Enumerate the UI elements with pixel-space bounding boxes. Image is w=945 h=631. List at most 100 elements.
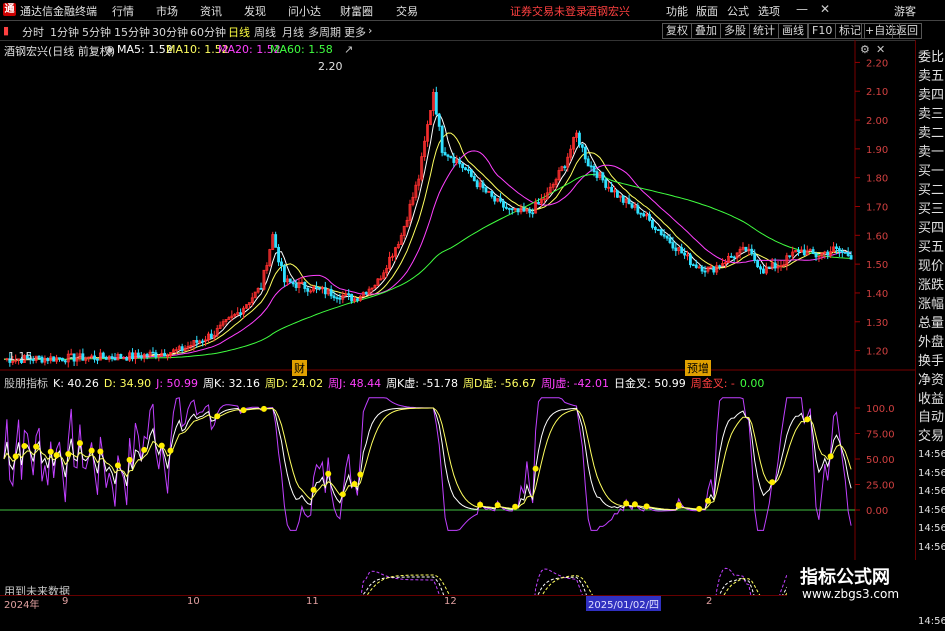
candle-body — [675, 248, 677, 251]
candle-body — [464, 168, 466, 170]
price-tick-label: 2.10 — [866, 87, 888, 98]
candle-body — [482, 183, 484, 188]
golden-cross-dot — [340, 491, 346, 497]
quote-field: 14:56 — [918, 465, 945, 484]
candle-body — [126, 358, 128, 360]
period-multi[interactable]: 多周期 — [308, 24, 341, 40]
candle-body — [657, 230, 659, 231]
period-daily[interactable]: 日线 — [228, 24, 250, 40]
quote-field: 卖四 — [918, 86, 945, 105]
candle-body — [82, 354, 84, 361]
candle-body — [695, 265, 697, 268]
quote-field: 卖三 — [918, 105, 945, 124]
candle-body — [444, 152, 446, 155]
close-icon[interactable]: ✕ — [820, 2, 830, 16]
menu-function[interactable]: 功能 — [666, 3, 688, 19]
candle-body — [835, 247, 837, 249]
quote-field: 14:56 — [918, 483, 945, 502]
indicator-tick-label: 100.0 — [866, 404, 895, 415]
ma-toggle-icon[interactable]: ◉ — [105, 43, 115, 56]
candle-body — [754, 254, 756, 261]
period-intraday[interactable]: 分时 — [22, 24, 44, 40]
more-arrow-icon[interactable]: ↗ — [344, 43, 353, 56]
menu-quotes[interactable]: 行情 — [112, 3, 134, 19]
period-1min[interactable]: 1分钟 — [50, 24, 79, 40]
indicator-legend-item: J: 50.99 — [156, 377, 198, 390]
stats-button[interactable]: 统计 — [749, 23, 779, 39]
quote-field: 卖五 — [918, 67, 945, 86]
period-weekly[interactable]: 周线 — [254, 24, 276, 40]
ma5-label: MA5: 1.52 — [117, 43, 173, 56]
golden-cross-dot — [127, 457, 133, 463]
event-forecast-badge[interactable]: 预增 — [685, 360, 711, 376]
price-tick-label: 1.40 — [866, 289, 888, 300]
candle-body — [587, 159, 589, 166]
candle-body — [564, 167, 566, 168]
back-button[interactable]: 返回 — [892, 23, 922, 39]
login-warning[interactable]: 证券交易未登录 — [510, 3, 587, 19]
candle-body — [654, 227, 656, 229]
overlay-button[interactable]: 叠加 — [691, 23, 721, 39]
price-tick-label: 1.30 — [866, 318, 888, 329]
draw-button[interactable]: 画线 — [778, 23, 808, 39]
event-finance-badge[interactable]: 财 — [292, 360, 307, 376]
menu-market[interactable]: 市场 — [156, 3, 178, 19]
watermark-url: www.zbgs3.com — [802, 587, 899, 601]
golden-cross-dot — [13, 453, 19, 459]
candle-body — [660, 230, 662, 235]
candle-body — [508, 208, 510, 209]
ma-line-20 — [4, 151, 851, 361]
menu-news[interactable]: 资讯 — [200, 3, 222, 19]
candle-body — [96, 359, 98, 360]
period-5min[interactable]: 5分钟 — [82, 24, 111, 40]
chevron-right-icon[interactable]: › — [368, 24, 372, 37]
menu-discover[interactable]: 发现 — [244, 3, 266, 19]
candle-body — [719, 266, 721, 267]
period-monthly[interactable]: 月线 — [282, 24, 304, 40]
golden-cross-dot — [141, 447, 147, 453]
golden-cross-dot — [623, 500, 629, 506]
golden-cross-dot — [159, 443, 165, 449]
candle-body — [435, 92, 437, 114]
menu-wealth[interactable]: 财富圈 — [340, 3, 373, 19]
candle-body — [616, 191, 618, 198]
menu-trade[interactable]: 交易 — [396, 3, 418, 19]
period-15min[interactable]: 15分钟 — [114, 24, 150, 40]
multi-stock-button[interactable]: 多股 — [720, 23, 750, 39]
app-logo-icon: 通 — [3, 3, 16, 16]
kline-chart[interactable]: 2.202.102.001.901.801.701.601.501.401.30… — [0, 40, 915, 595]
guest-user[interactable]: 游客 — [894, 3, 916, 19]
quote-field: 涨跌 — [918, 276, 945, 295]
menu-ask[interactable]: 问小达 — [288, 3, 321, 19]
indicator-tick-label: 50.00 — [866, 455, 895, 466]
settings-icon[interactable]: ⚙ — [860, 43, 870, 56]
menu-options[interactable]: 选项 — [758, 3, 780, 19]
candle-body — [38, 356, 40, 357]
adjust-button[interactable]: 复权 — [662, 23, 692, 39]
indicator-legend-item: 周金叉: - — [691, 377, 735, 390]
toolbar-handle-icon[interactable]: ▮ — [3, 24, 9, 37]
candle-body — [768, 267, 770, 268]
minimize-icon[interactable]: — — [796, 2, 808, 16]
chart-close-icon[interactable]: ✕ — [876, 43, 885, 56]
menu-formula[interactable]: 公式 — [727, 3, 749, 19]
f10-button[interactable]: F10 — [808, 23, 836, 39]
period-30min[interactable]: 30分钟 — [152, 24, 188, 40]
period-more[interactable]: 更多 — [344, 24, 366, 40]
candle-body — [637, 206, 639, 214]
candle-body — [505, 207, 507, 208]
title-bar: 通 通达信金融终端 行情 市场 资讯 发现 问小达 财富圈 交易 证券交易未登录… — [0, 0, 945, 21]
quote-field: 涨幅 — [918, 295, 945, 314]
menu-layout[interactable]: 版面 — [696, 3, 718, 19]
candle-body — [684, 253, 686, 255]
period-60min[interactable]: 60分钟 — [190, 24, 226, 40]
golden-cross-dot — [311, 487, 317, 493]
candle-body — [152, 352, 154, 353]
candle-body — [53, 357, 55, 361]
candle-body — [447, 155, 449, 156]
golden-cross-dot — [477, 502, 483, 508]
candle-body — [94, 356, 96, 359]
candle-body — [529, 209, 531, 212]
candle-body — [745, 247, 747, 250]
candle-body — [485, 188, 487, 192]
